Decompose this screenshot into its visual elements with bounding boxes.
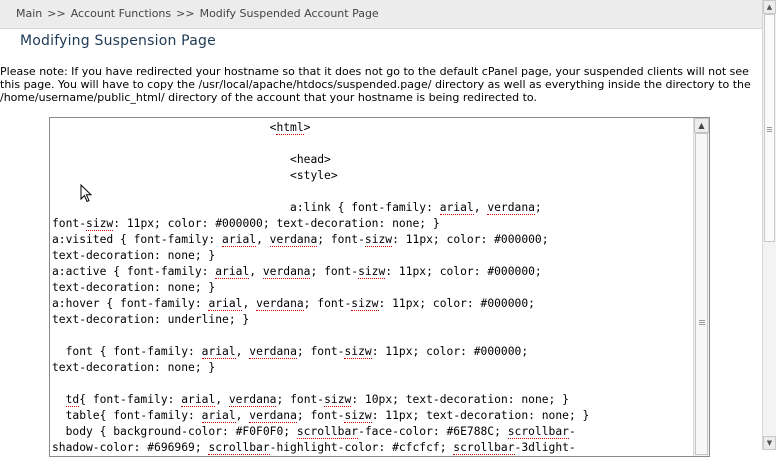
spellcheck-flagged-word: arial [208, 297, 243, 311]
suspension-page-editor[interactable]: <html> <head> <style> a:link { font-fami… [49, 117, 710, 457]
breadcrumb-item-account-functions[interactable]: Account Functions [71, 7, 171, 20]
spellcheck-flagged-word: arial [222, 233, 257, 247]
page-scroll-thumb[interactable] [764, 14, 775, 242]
spellcheck-flagged-word: sizw [358, 265, 386, 279]
grip-line [767, 127, 772, 128]
breadcrumb-item-main[interactable]: Main [16, 7, 42, 20]
code-line: body { background-color: #F0F0F0; scroll… [52, 425, 576, 439]
spellcheck-flagged-word: verdana [228, 393, 277, 407]
spellcheck-flagged-word: arial [439, 201, 474, 215]
grip-line [767, 131, 772, 132]
code-line: <head> [52, 153, 331, 166]
spellcheck-flagged-word: scrollbar [453, 441, 515, 455]
grip-line [699, 320, 705, 321]
grip-line [699, 322, 705, 323]
spellcheck-flagged-word: arial [215, 265, 250, 279]
code-line: a:hover { font-family: arial, verdana; f… [52, 297, 535, 311]
code-line: font { font-family: arial, verdana; font… [52, 345, 529, 359]
spellcheck-flagged-word: arial [181, 393, 216, 407]
spellcheck-flagged-word: sizw [351, 297, 379, 311]
scroll-up-icon[interactable]: ▲ [694, 118, 709, 133]
code-line: text-decoration: underline; } [52, 313, 250, 326]
grip-line [699, 324, 705, 325]
spellcheck-flagged-word: verdana [269, 233, 318, 247]
breadcrumb-separator: >> [47, 7, 66, 20]
code-line: <style> [52, 169, 338, 182]
code-line: table{ font-family: arial, verdana; font… [52, 409, 590, 423]
page-scroll-up-icon[interactable]: ▲ [763, 0, 776, 14]
redirect-note: Please note: If you have redirected your… [0, 65, 751, 104]
spellcheck-flagged-word: verdana [256, 297, 304, 311]
spellcheck-flagged-word: td [65, 393, 80, 407]
spellcheck-flagged-word: sizw [364, 233, 393, 247]
spellcheck-flagged-word: verdana [262, 265, 311, 279]
breadcrumb-separator: >> [176, 7, 195, 20]
editor-vertical-scrollbar[interactable]: ▲ [693, 118, 709, 456]
mouse-cursor-icon [80, 184, 93, 203]
spellcheck-flagged-word: verdana [249, 409, 297, 423]
breadcrumb-bar: Main >> Account Functions >> Modify Suspende… [0, 0, 762, 29]
breadcrumb: Main >> Account Functions >> Modify Suspende… [16, 7, 379, 20]
spellcheck-flagged-word: sizw [324, 393, 352, 407]
page-vertical-scrollbar[interactable]: ▲ ▼ [762, 0, 776, 450]
code-line: <html> [52, 121, 311, 135]
code-line: a:link { font-family: arial, verdana; [52, 201, 542, 215]
code-line: text-decoration: none; } [52, 281, 216, 294]
spellcheck-flagged-word: sizw [86, 217, 114, 231]
spellcheck-flagged-word: scrollbar [208, 441, 270, 455]
code-line: a:active { font-family: arial, verdana; … [52, 265, 542, 279]
page-title: Modifying Suspension Page [20, 33, 216, 49]
editor-scroll-thumb[interactable] [695, 133, 708, 455]
code-line: text-decoration: none; } [52, 361, 216, 374]
code-line: shadow-color: #696969; scrollbar-highlig… [52, 441, 576, 455]
spellcheck-flagged-word: arial [201, 409, 236, 423]
page-scroll-down-icon[interactable]: ▼ [763, 436, 776, 450]
spellcheck-flagged-word: html [276, 121, 304, 135]
spellcheck-flagged-word: verdana [249, 345, 297, 359]
html-code-textarea[interactable]: <html> <head> <style> a:link { font-fami… [52, 120, 694, 456]
breadcrumb-item-current: Modify Suspended Account Page [199, 7, 379, 20]
code-line: a:visited { font-family: arial, verdana;… [52, 233, 549, 247]
spellcheck-flagged-word: sizw [344, 409, 372, 423]
spellcheck-flagged-word: scrollbar [296, 425, 359, 439]
code-line: font-sizw: 11px; color: #000000; text-de… [52, 217, 440, 231]
spellcheck-flagged-word: scrollbar [507, 425, 569, 439]
spellcheck-flagged-word: verdana [487, 201, 535, 215]
code-line: td{ font-family: arial, verdana; font-si… [65, 393, 569, 407]
code-line: text-decoration: none; } [52, 249, 216, 262]
spellcheck-flagged-word: arial [201, 345, 236, 359]
spellcheck-flagged-word: sizw [344, 345, 372, 359]
grip-line [767, 129, 772, 130]
